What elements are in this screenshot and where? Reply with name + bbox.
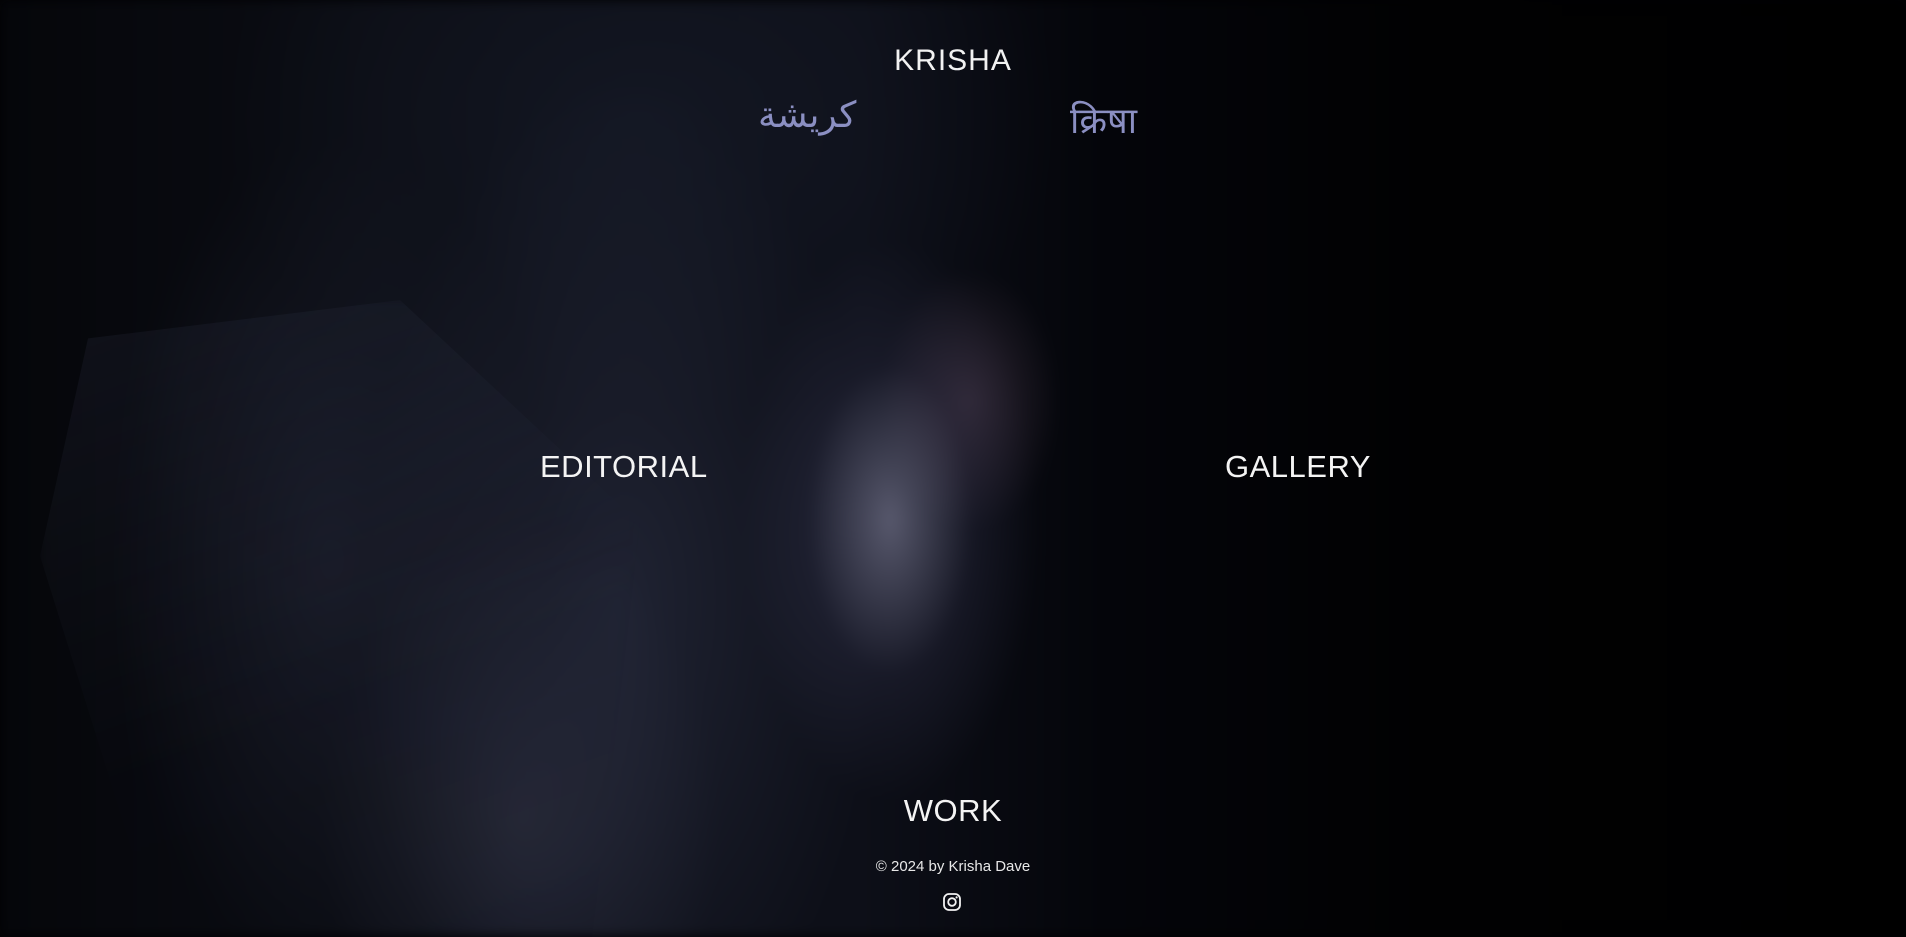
copyright-text: © 2024 by Krisha Dave	[875, 858, 1031, 875]
site-name-arabic: كريشة	[758, 95, 857, 136]
nav-link-editorial[interactable]: EDITORIAL	[540, 449, 708, 485]
page: KRISHA كريشة क्रिषा EDITORIAL GALLERY WO…	[0, 0, 1906, 937]
nav-link-work[interactable]: WORK	[0, 793, 1906, 829]
site-name-devanagari: क्रिषा	[1070, 101, 1138, 142]
nav-link-gallery[interactable]: GALLERY	[1225, 449, 1371, 485]
site-title[interactable]: KRISHA	[0, 44, 1906, 78]
instagram-icon[interactable]	[942, 892, 962, 912]
